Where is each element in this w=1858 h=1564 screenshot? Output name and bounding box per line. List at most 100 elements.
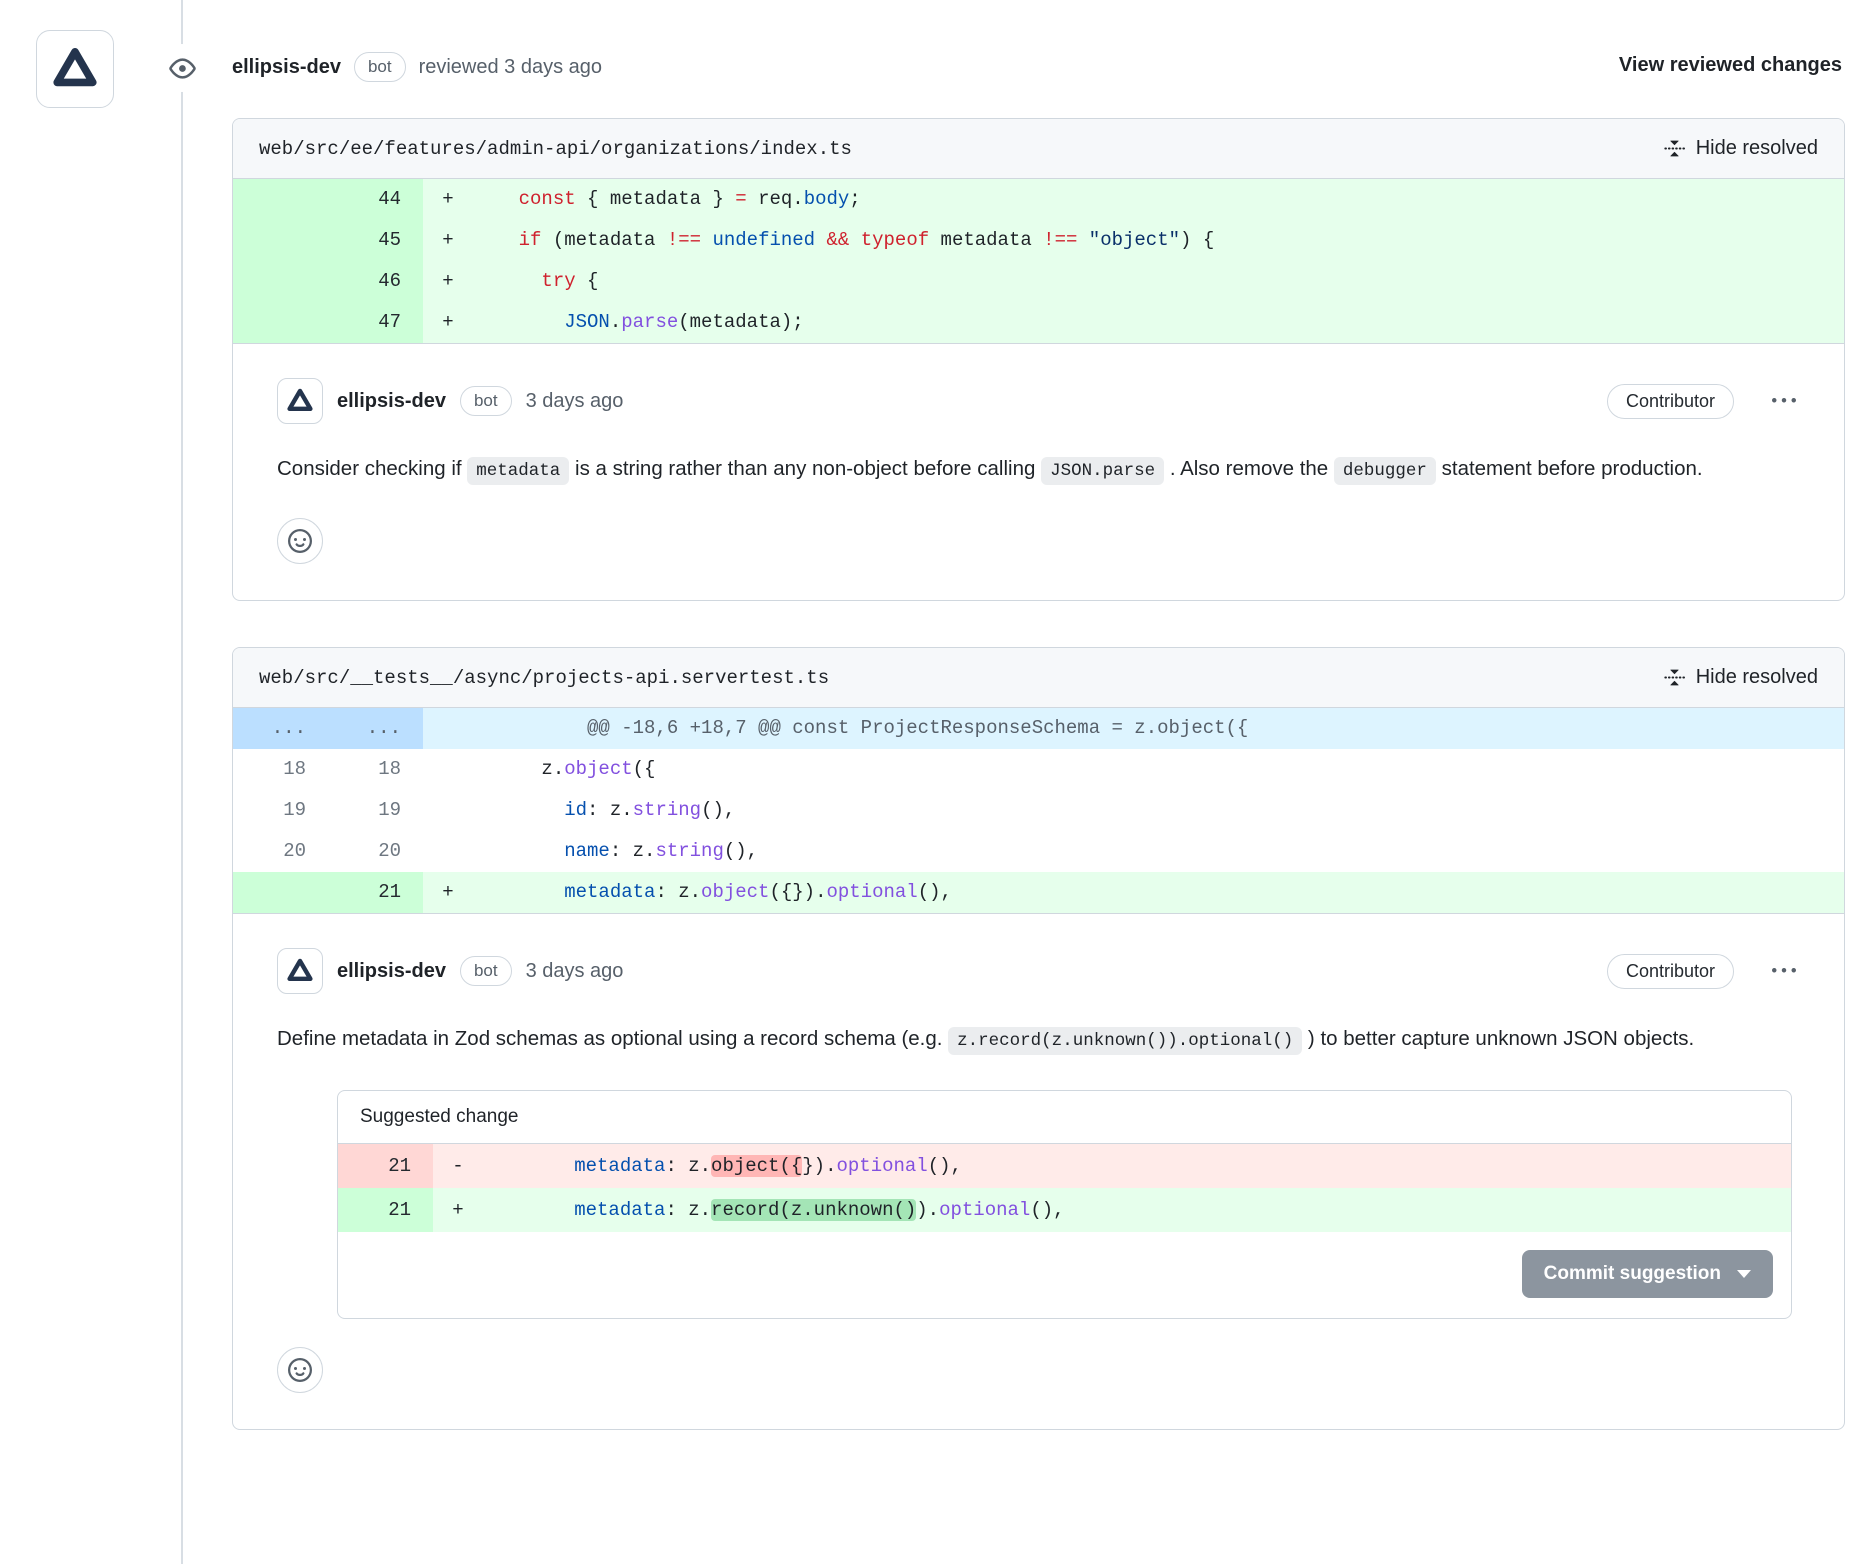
review-header: ellipsis-dev bot reviewed 3 days ago Vie… [0,0,1858,118]
line-number: 18 [233,749,328,790]
diff-row: ...... @@ -18,6 +18,7 @@ const ProjectRe… [233,708,1844,749]
comment-timestamp[interactable]: 3 days ago [526,960,624,983]
review-comment: ellipsis-dev bot 3 days ago Contributor … [233,914,1844,1429]
code-line: z.object({ [423,749,1844,790]
view-reviewed-changes-link[interactable]: View reviewed changes [1619,54,1842,77]
avatar[interactable] [36,30,114,108]
inline-code: debugger [1334,457,1436,485]
diff-row: 47+ JSON.parse(metadata); [233,302,1844,343]
bot-badge: bot [460,386,512,416]
inline-code: JSON.parse [1041,457,1164,485]
eye-icon [158,44,206,92]
diff-row: 45+ if (metadata !== undefined && typeof… [233,220,1844,261]
comment-timestamp[interactable]: 3 days ago [526,390,624,413]
review-comment: ellipsis-dev bot 3 days ago Contributor … [233,344,1844,600]
comment-body: Consider checking if metadata is a strin… [277,448,1800,490]
line-number [233,179,328,220]
diff-row: 44+ const { metadata } = req.body; [233,179,1844,220]
diff-sign: + [423,179,473,220]
hide-resolved-label: Hide resolved [1696,666,1818,689]
line-number: ... [233,708,328,749]
fold-icon [1664,138,1685,159]
code-line: + metadata: z.record(z.unknown()).option… [433,1188,1791,1232]
diff-sign: + [423,220,473,261]
line-number [233,872,328,913]
contributor-badge: Contributor [1607,954,1734,989]
inline-code: z.record(z.unknown()).optional() [948,1027,1302,1055]
line-number: ... [328,708,423,749]
ellipsis-logo-icon [51,45,99,93]
line-number: 21 [338,1144,433,1188]
diff-sign: + [423,302,473,343]
diff-sign: - [433,1144,483,1188]
suggestion-diff: 21- metadata: z.object({}).optional(),21… [338,1144,1791,1232]
avatar[interactable] [277,948,323,994]
comment-author[interactable]: ellipsis-dev [337,960,446,983]
code-line: + if (metadata !== undefined && typeof m… [423,220,1844,261]
inline-code: metadata [467,457,569,485]
line-number: 44 [328,179,423,220]
smiley-icon [288,529,312,553]
kebab-menu-button[interactable] [1768,385,1800,417]
code-line: @@ -18,6 +18,7 @@ const ProjectResponseS… [423,708,1844,749]
code-line: + try { [423,261,1844,302]
diff-row: 21+ metadata: z.object({}).optional(), [233,872,1844,913]
line-number [233,261,328,302]
code-line: + const { metadata } = req.body; [423,179,1844,220]
hide-resolved-label: Hide resolved [1696,137,1818,160]
add-reaction-button[interactable] [277,1347,323,1393]
smiley-icon [288,1358,312,1382]
line-number: 20 [233,831,328,872]
avatar[interactable] [277,378,323,424]
line-number: 19 [328,790,423,831]
diff-row: 1919 id: z.string(), [233,790,1844,831]
ellipsis-logo-icon [286,957,314,985]
diff-sign: + [423,261,473,302]
file-path-link[interactable]: web/src/__tests__/async/projects-api.ser… [259,667,829,689]
code-line: id: z.string(), [423,790,1844,831]
code-line: + JSON.parse(metadata); [423,302,1844,343]
line-number [233,302,328,343]
code-line: - metadata: z.object({}).optional(), [433,1144,1791,1188]
fold-icon [1664,667,1685,688]
timeline-line [181,0,183,1564]
ellipsis-logo-icon [286,387,314,415]
file-path-link[interactable]: web/src/ee/features/admin-api/organizati… [259,138,852,160]
line-number: 21 [328,872,423,913]
code-line: name: z.string(), [423,831,1844,872]
diff-row: 1818 z.object({ [233,749,1844,790]
diff-block: ...... @@ -18,6 +18,7 @@ const ProjectRe… [233,708,1844,914]
suggested-change-block: Suggested change 21- metadata: z.object(… [337,1090,1792,1319]
diff-row: 46+ try { [233,261,1844,302]
line-number: 47 [328,302,423,343]
file-header: web/src/__tests__/async/projects-api.ser… [233,648,1844,708]
add-reaction-button[interactable] [277,518,323,564]
diff-sign: + [433,1188,483,1232]
line-number: 20 [328,831,423,872]
line-number: 19 [233,790,328,831]
diff-row: 21+ metadata: z.record(z.unknown()).opti… [338,1188,1791,1232]
file-header: web/src/ee/features/admin-api/organizati… [233,119,1844,179]
contributor-badge: Contributor [1607,384,1734,419]
line-number: 46 [328,261,423,302]
dropdown-caret-icon [1737,1270,1751,1278]
bot-badge: bot [354,52,406,82]
review-author[interactable]: ellipsis-dev [232,56,341,79]
review-thread-card: web/src/ee/features/admin-api/organizati… [232,118,1845,601]
line-number: 45 [328,220,423,261]
review-thread-card: web/src/__tests__/async/projects-api.ser… [232,647,1845,1430]
hide-resolved-button[interactable]: Hide resolved [1664,666,1818,689]
line-number: 21 [338,1188,433,1232]
line-number [233,220,328,261]
suggested-change-title: Suggested change [338,1091,1791,1144]
kebab-menu-button[interactable] [1768,955,1800,987]
diff-sign: + [423,872,473,913]
line-number: 18 [328,749,423,790]
commit-suggestion-button[interactable]: Commit suggestion [1522,1250,1773,1298]
diff-row: 2020 name: z.string(), [233,831,1844,872]
comment-author[interactable]: ellipsis-dev [337,390,446,413]
commit-suggestion-label: Commit suggestion [1544,1263,1721,1285]
hide-resolved-button[interactable]: Hide resolved [1664,137,1818,160]
diff-row: 21- metadata: z.object({}).optional(), [338,1144,1791,1188]
diff-block: 44+ const { metadata } = req.body;45+ if… [233,179,1844,344]
